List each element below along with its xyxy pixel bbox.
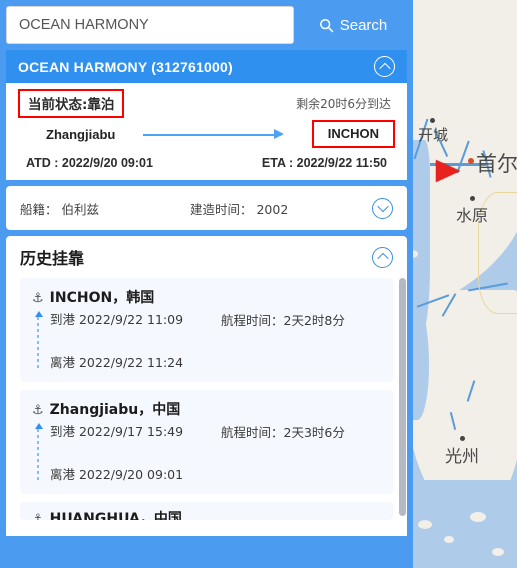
entry-depart-time: 离港 2022/9/22 11:24: [50, 355, 184, 370]
list-item[interactable]: ⚓ INCHON，韩国 到港 2022/9/22 11:09 离港 2022/9…: [20, 278, 393, 382]
map-city-label-suwon: 水原: [456, 206, 489, 225]
status-row-top: 当前状态:靠泊 剩余20时6分到达: [18, 88, 395, 118]
anchor-icon: ⚓: [32, 401, 44, 417]
timeline-indicator: [34, 423, 43, 481]
history-scrollbar[interactable]: [399, 278, 406, 536]
port-history-header[interactable]: 历史挂靠: [6, 236, 407, 278]
entry-times: 到港 2022/9/17 15:49 离港 2022/9/20 09:01: [50, 421, 221, 483]
route-line: [142, 134, 281, 136]
entry-header: ⚓ INCHON，韩国: [32, 287, 381, 307]
voyage-status-card: 当前状态:靠泊 剩余20时6分到达 Zhangjiabu INCHON ATD …: [6, 83, 407, 180]
history-scrollbar-thumb[interactable]: [399, 278, 406, 516]
map-city-dot-seoul: [468, 158, 474, 164]
search-button-label: Search: [339, 16, 388, 34]
entry-port-name: INCHON，韩国: [49, 290, 155, 306]
map-city-dot-kaesong: [430, 118, 435, 123]
vessel-info-panel: Search OCEAN HARMONY (312761000) 当前状态:靠泊…: [0, 0, 413, 568]
map-island-1: [418, 520, 432, 529]
ship-tracking-app: 开城 首尔 水原 光州 Search OCEAN H: [0, 0, 517, 568]
anchor-icon: ⚓: [32, 289, 44, 305]
entry-port-name: Zhangjiabu，中国: [49, 402, 181, 418]
vessel-arrow-marker[interactable]: [436, 160, 460, 182]
vessel-name-mmsi: OCEAN HARMONY (312761000): [18, 58, 233, 75]
route-arrow-icon: [125, 128, 301, 140]
route-row: Zhangjiabu INCHON: [18, 120, 395, 148]
timeline-dotted-line: [37, 429, 40, 481]
entry-header: ⚓ HUANGHUA，中国: [32, 508, 381, 520]
map-island-4: [492, 548, 504, 556]
current-status-highlight: 当前状态:靠泊: [18, 88, 125, 118]
entry-depart-time: 离港 2022/9/20 09:01: [50, 467, 184, 482]
vessel-built-year: 建造时间： 2002: [190, 201, 289, 217]
departure-port: Zhangjiabu: [46, 126, 116, 142]
chevron-glyph: [376, 252, 389, 265]
destination-port-highlight: INCHON: [311, 120, 395, 148]
destination-port: INCHON: [327, 126, 379, 141]
port-history-card: 历史挂靠 ⚓ INCHON，韩国 到港 2022/9/22 11:09 离港 2…: [6, 236, 407, 536]
list-item[interactable]: ⚓ HUANGHUA，中国: [20, 502, 393, 520]
map-island-3: [470, 512, 486, 522]
entry-voyage-duration: 航程时间：2天2时8分: [221, 313, 345, 328]
route-arrowhead: [274, 129, 285, 139]
anchor-icon: ⚓: [32, 510, 44, 521]
search-bar: Search: [6, 6, 407, 44]
map-city-dot-gwangju: [460, 436, 465, 441]
map-city-label-gwangju: 光州: [445, 447, 479, 467]
port-history-title: 历史挂靠: [20, 249, 85, 268]
chevron-glyph: [378, 62, 391, 74]
search-input[interactable]: [6, 6, 294, 44]
entry-arrive-time: 到港 2022/9/22 11:09: [50, 312, 184, 327]
eta-remaining-text: 剩余20时6分到达: [296, 96, 391, 111]
entry-arrive-time: 到港 2022/9/17 15:49: [50, 424, 184, 439]
map-city-dot-suwon: [470, 196, 475, 201]
entry-times: 到港 2022/9/22 11:09 离港 2022/9/22 11:24: [50, 309, 221, 371]
chevron-up-icon[interactable]: [372, 246, 393, 268]
search-button[interactable]: Search: [299, 6, 407, 44]
eta-text: ETA : 2022/9/22 11:50: [261, 156, 387, 170]
chevron-down-icon[interactable]: [372, 197, 393, 219]
timeline-indicator: [34, 311, 43, 369]
map-island-2: [444, 536, 454, 543]
vessel-details-card: 船籍： 伯利兹 建造时间： 2002: [6, 186, 407, 230]
port-history-list[interactable]: ⚓ INCHON，韩国 到港 2022/9/22 11:09 离港 2022/9…: [6, 278, 407, 536]
chevron-up-icon[interactable]: [374, 56, 395, 77]
atd-text: ATD : 2022/9/20 09:01: [26, 156, 153, 170]
time-row: ATD : 2022/9/20 09:01 ETA : 2022/9/22 11…: [18, 156, 395, 170]
timeline-dotted-line: [37, 317, 40, 369]
entry-header: ⚓ Zhangjiabu，中国: [32, 399, 381, 419]
entry-port-name: HUANGHUA，中国: [49, 511, 182, 520]
vessel-title-bar[interactable]: OCEAN HARMONY (312761000): [6, 50, 407, 83]
entry-body: 到港 2022/9/17 15:49 离港 2022/9/20 09:01 航程…: [32, 421, 381, 483]
map-city-label-kaesong: 开城: [418, 126, 449, 144]
map-city-label-seoul: 首尔: [476, 152, 517, 176]
chevron-glyph: [376, 200, 389, 213]
vessel-flag: 船籍： 伯利兹: [20, 201, 99, 217]
entry-voyage-duration: 航程时间：2天3时6分: [221, 425, 345, 440]
entry-body: 到港 2022/9/22 11:09 离港 2022/9/22 11:24 航程…: [32, 309, 381, 371]
current-status-text: 当前状态:靠泊: [28, 96, 115, 113]
search-icon: [319, 18, 334, 33]
list-item[interactable]: ⚓ Zhangjiabu，中国 到港 2022/9/17 15:49 离港 20…: [20, 390, 393, 494]
